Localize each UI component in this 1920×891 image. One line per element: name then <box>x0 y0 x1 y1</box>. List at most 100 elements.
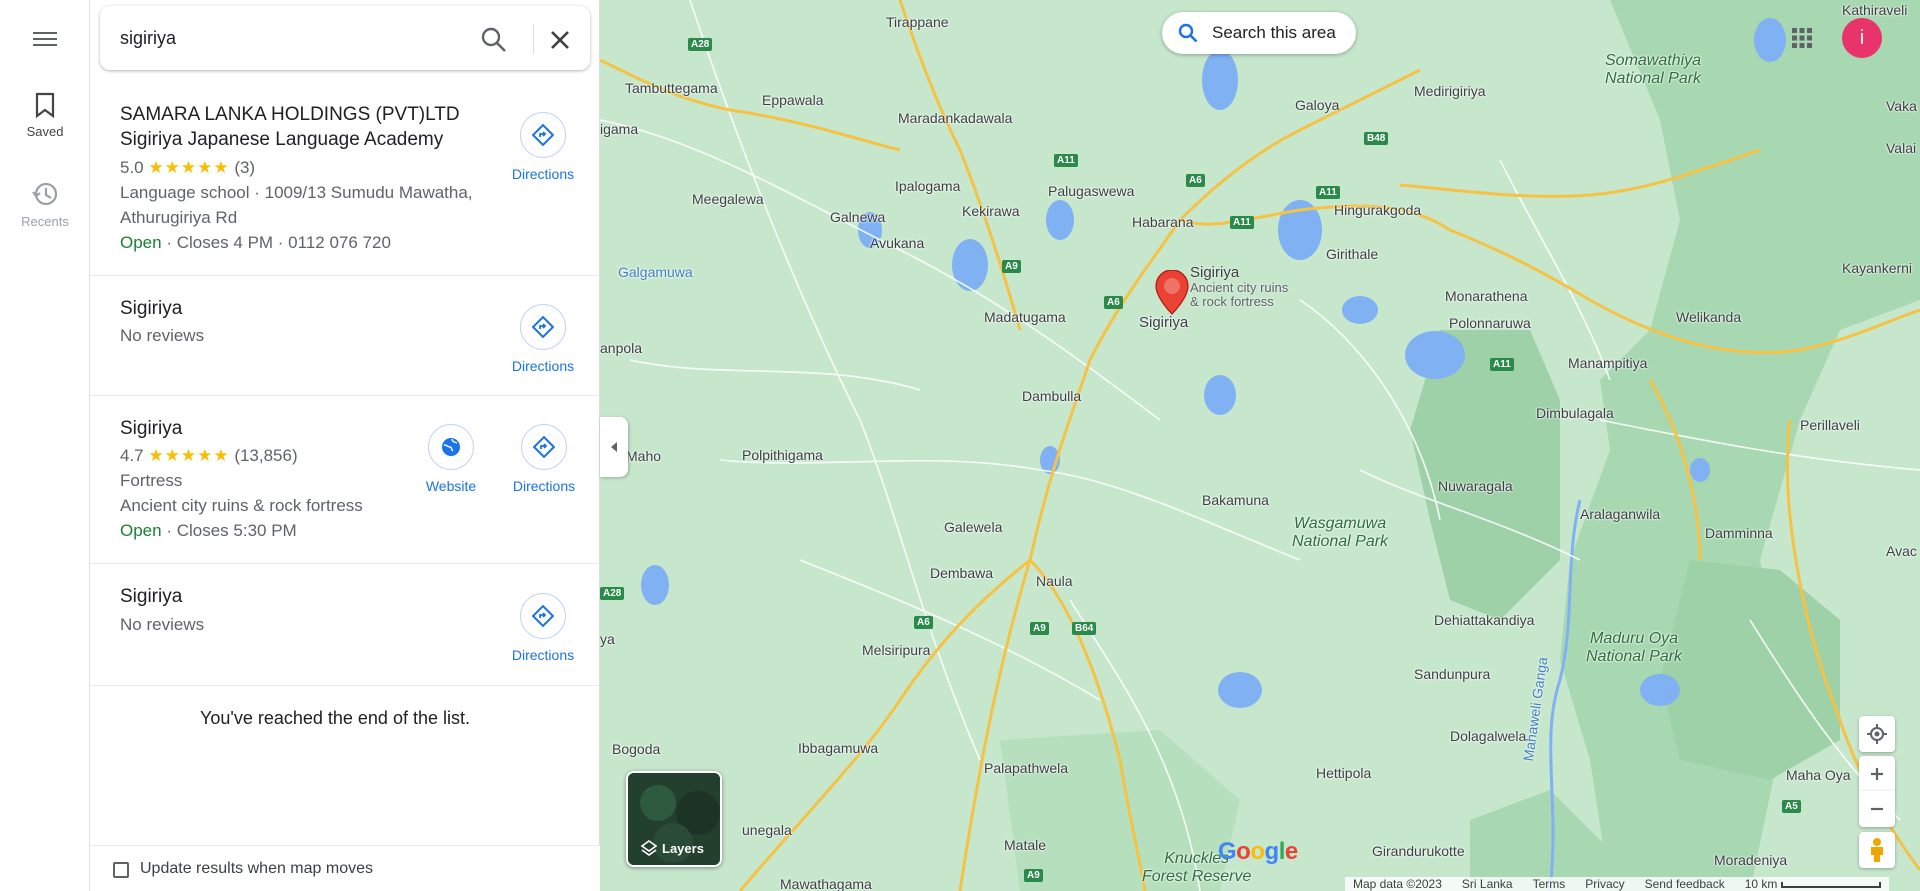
marker-subtitle: & rock fortress <box>1190 294 1274 309</box>
park-subname: Forest Reserve <box>1142 868 1252 885</box>
scale-label: 10 km <box>1744 877 1778 891</box>
close-icon[interactable] <box>546 26 574 54</box>
result-rating-line: 5.0 ★★★★★ (3) <box>120 158 255 178</box>
map-place-label: Sandunpura <box>1414 666 1491 682</box>
road-shield: A9 <box>1024 869 1043 882</box>
result-category: Fortress <box>120 471 183 490</box>
directions-button[interactable]: Directions <box>503 593 583 663</box>
search-this-area-label: Search this area <box>1212 23 1336 42</box>
end-of-list-text: You've reached the end of the list. <box>200 708 470 728</box>
map-place-label: Matale <box>1004 837 1047 853</box>
map-place-label: Vaka <box>1886 98 1917 114</box>
map-place-label: Perillaveli <box>1800 417 1860 433</box>
google-logo: Google <box>1218 838 1298 865</box>
rail-recents-button[interactable]: Recents <box>0 180 90 229</box>
map-place-label: Moradeniya <box>1714 852 1788 868</box>
search-icon[interactable] <box>480 26 508 54</box>
update-results-label: Update results when map moves <box>140 860 373 877</box>
zoom-in-button[interactable] <box>1859 756 1895 792</box>
zoom-out-button[interactable] <box>1859 791 1895 827</box>
map-canvas[interactable]: Tirappane Tambuttegama Eppawala Maradank… <box>600 0 1920 891</box>
apps-grid-icon[interactable] <box>1790 26 1814 50</box>
send-feedback-link[interactable]: Send feedback <box>1645 877 1725 891</box>
map-park-label: Somawathiya National Park <box>1605 52 1701 88</box>
road-shield: A6 <box>1186 174 1205 187</box>
pegman-icon <box>1871 838 1883 862</box>
road-shield: A6 <box>1104 296 1123 309</box>
avatar[interactable]: i <box>1842 18 1882 58</box>
road-shield: A9 <box>1002 260 1021 273</box>
map-place-label: Naula <box>1036 573 1073 589</box>
layers-button[interactable]: Layers <box>626 771 722 867</box>
my-location-button[interactable] <box>1859 716 1895 752</box>
result-description: Ancient city ruins & rock fortress <box>120 496 363 515</box>
result-detail: Language school · 1009/13 Sumudu Mawatha… <box>120 183 473 202</box>
scale-bar[interactable]: 10 km <box>1745 877 1881 891</box>
privacy-link[interactable]: Privacy <box>1585 877 1624 891</box>
minus-icon <box>1871 807 1883 811</box>
plus-icon <box>1871 768 1883 780</box>
map-place-label: Habarana <box>1132 214 1194 230</box>
directions-button[interactable]: Directions <box>504 424 584 494</box>
road-shield: A28 <box>600 587 625 600</box>
result-item[interactable]: Sigiriya 4.7 ★★★★★ (13,856) Fortress Anc… <box>90 396 600 564</box>
map-place-label: Kekirawa <box>962 203 1020 219</box>
result-title: Sigiriya <box>120 586 183 607</box>
map-place-label: Nuwaragala <box>1438 478 1513 494</box>
road-shield: A28 <box>688 38 713 51</box>
rail-recents-label: Recents <box>21 214 69 229</box>
result-item[interactable]: Sigiriya No reviews Directions <box>90 564 600 686</box>
marker-label[interactable]: Sigiriya Ancient city ruins & rock fortr… <box>1190 264 1288 309</box>
rating-value: 4.7 <box>120 446 144 465</box>
maps-app: Saved Recents SAMARA LANKA HOLDINGS (PVT… <box>0 0 1920 891</box>
map-place-label: Bogoda <box>612 741 661 757</box>
map-place-label: unegala <box>742 822 792 838</box>
map-place-label: Mawathagama <box>780 876 872 891</box>
map-place-label: Maradankadawala <box>898 110 1013 126</box>
search-input[interactable] <box>120 24 440 52</box>
map-place-label: Medirigiriya <box>1414 83 1486 99</box>
country-link[interactable]: Sri Lanka <box>1462 877 1513 891</box>
park-name: Wasgamuwa <box>1293 515 1387 532</box>
result-title: Sigiriya <box>120 298 183 319</box>
map-place-label: Tirappane <box>886 14 949 30</box>
road-shield: A5 <box>1782 800 1801 813</box>
map-place-label: Maho <box>626 448 662 464</box>
location-pin-icon[interactable] <box>1152 270 1192 316</box>
hours-text: · Closes 4 PM · 0112 076 720 <box>161 233 391 252</box>
collapse-panel-button[interactable] <box>600 417 628 477</box>
website-button[interactable]: Website <box>411 424 491 494</box>
map-place-label: Palugaswewa <box>1048 183 1135 199</box>
chevron-left-icon <box>611 442 617 452</box>
result-rating-line: 4.7 ★★★★★ (13,856) <box>120 446 298 466</box>
layers-icon <box>640 840 658 856</box>
road-shield: A9 <box>1030 622 1049 635</box>
rail-saved-button[interactable]: Saved <box>0 92 90 139</box>
update-results-checkbox[interactable] <box>113 862 129 878</box>
directions-button[interactable]: Directions <box>503 304 583 374</box>
website-label: Website <box>425 478 477 494</box>
search-divider <box>533 24 534 54</box>
terms-link[interactable]: Terms <box>1533 877 1566 891</box>
marker-subtitle: Ancient city ruins <box>1190 280 1289 295</box>
rating-stars: ★★★★★ <box>148 446 230 465</box>
directions-label: Directions <box>511 358 575 374</box>
street-view-button[interactable] <box>1859 832 1895 868</box>
road-shield: A11 <box>1054 154 1078 167</box>
crosshair-icon <box>1867 724 1887 744</box>
result-item[interactable]: Sigiriya No reviews Directions <box>90 276 600 396</box>
map-place-label: Palapathwela <box>984 760 1069 776</box>
menu-icon[interactable] <box>28 28 62 52</box>
search-this-area-button[interactable]: Search this area <box>1162 12 1356 54</box>
map-place-label: Galewela <box>944 519 1003 535</box>
result-item[interactable]: SAMARA LANKA HOLDINGS (PVT)LTD Sigiriya … <box>90 86 600 276</box>
directions-label: Directions <box>511 647 575 663</box>
map-place-label: Ibbagamuwa <box>798 740 879 756</box>
map-place-label: Maha Oya <box>1786 767 1851 783</box>
directions-button[interactable]: Directions <box>503 112 583 182</box>
map-park-label: Maduru Oya National Park <box>1586 630 1682 666</box>
update-results-bar: Update results when map moves <box>90 845 600 891</box>
map-place-label: Meegalewa <box>692 191 764 207</box>
results-panel: SAMARA LANKA HOLDINGS (PVT)LTD Sigiriya … <box>90 0 600 891</box>
park-name: Maduru Oya <box>1590 630 1679 647</box>
